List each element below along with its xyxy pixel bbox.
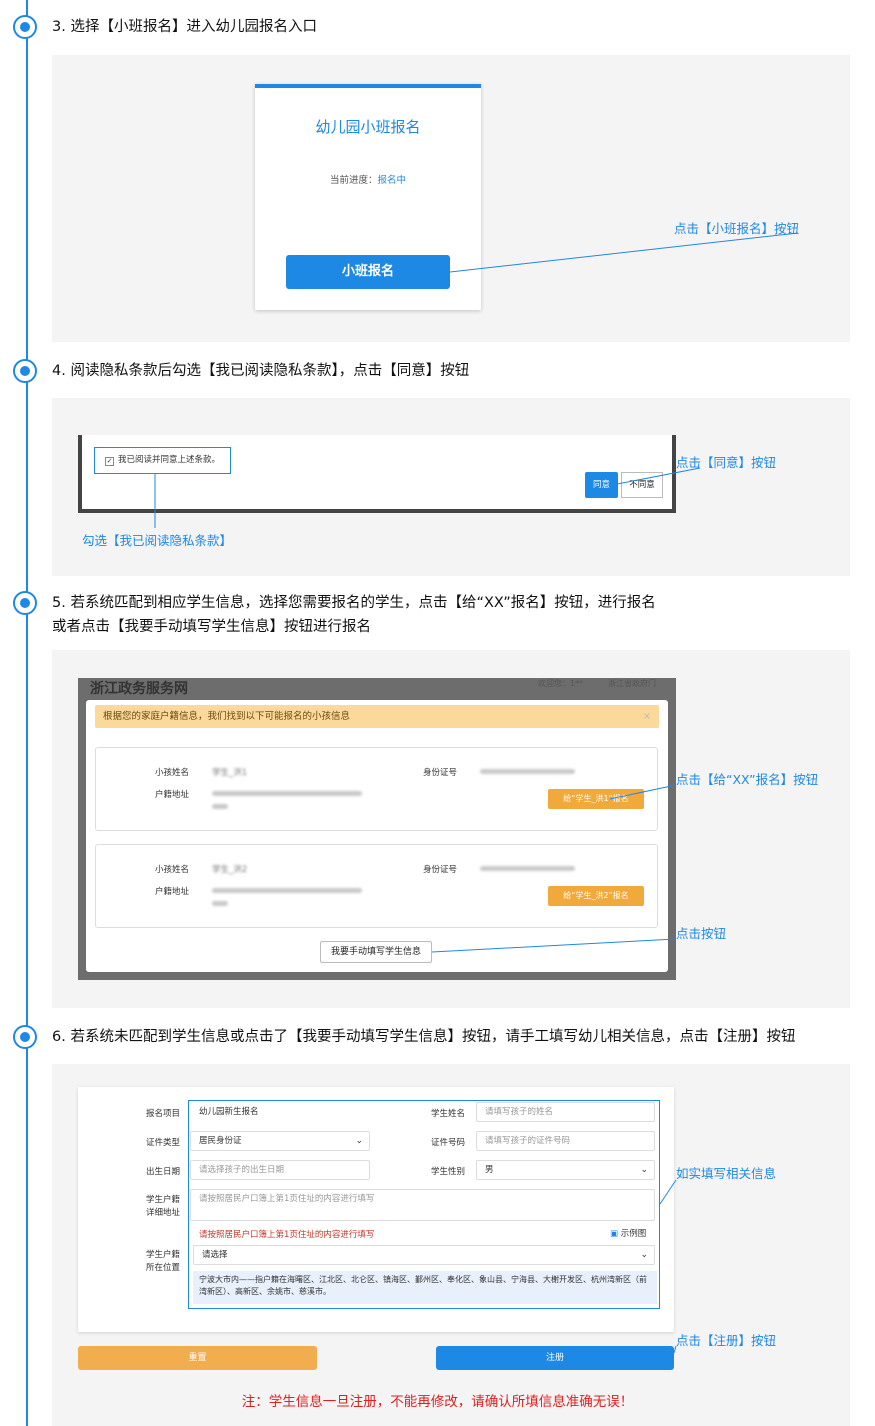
- callout-line-small-class: [449, 232, 799, 273]
- callout-line-manual: [431, 938, 677, 953]
- callout-line-agree: [611, 467, 701, 486]
- callout-line-register: [673, 1345, 677, 1354]
- callout-lines: [154, 232, 799, 1354]
- callout-line-fill: [659, 1179, 677, 1205]
- callout-line-signup: [609, 784, 677, 800]
